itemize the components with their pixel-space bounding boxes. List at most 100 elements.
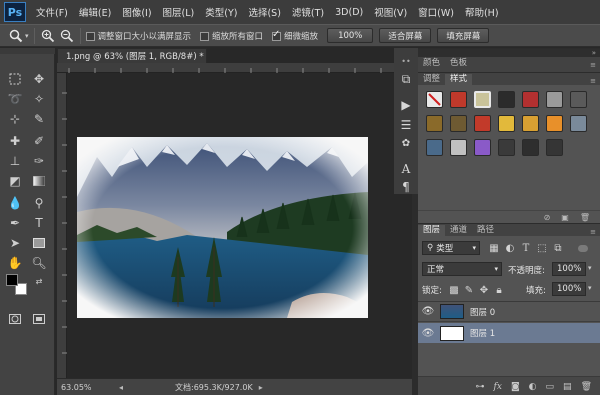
new-group-icon[interactable]: ▭ <box>546 382 555 392</box>
style-swatch[interactable] <box>450 91 467 108</box>
zoom-out-icon[interactable] <box>59 28 75 44</box>
style-swatch[interactable] <box>546 139 563 156</box>
zoom-100-button[interactable]: 100% <box>327 28 374 43</box>
character-panel-icon[interactable]: A <box>397 160 415 178</box>
move-tool-icon[interactable]: ✥ <box>30 70 48 88</box>
lasso-tool-icon[interactable]: ➰ <box>6 90 24 108</box>
style-swatch[interactable] <box>498 115 515 132</box>
horizontal-ruler[interactable] <box>57 63 412 73</box>
marquee-tool-icon[interactable] <box>6 70 24 88</box>
gradient-tool-icon[interactable] <box>30 172 48 190</box>
pen-tool-icon[interactable]: ✒ <box>6 214 24 232</box>
menu-view[interactable]: 视图(V) <box>374 5 407 19</box>
menu-help[interactable]: 帮助(H) <box>465 5 499 19</box>
style-swatch[interactable] <box>546 91 563 108</box>
menu-layer[interactable]: 图层(L) <box>163 5 195 19</box>
style-swatch[interactable] <box>426 139 443 156</box>
checkbox-box[interactable] <box>85 32 95 41</box>
delete-style-icon[interactable]: 🗑︎ <box>580 213 590 222</box>
style-swatch[interactable] <box>522 139 539 156</box>
fill-screen-button[interactable]: 填充屏幕 <box>437 28 490 43</box>
rectangle-tool-icon[interactable] <box>30 234 48 252</box>
blend-mode-select[interactable]: 正常 ▾ <box>422 262 502 276</box>
panel-menu-icon[interactable]: ≡ <box>590 61 600 69</box>
tab-channels[interactable]: 通道 <box>445 225 472 236</box>
collapse-arrows-icon[interactable]: » <box>418 49 600 57</box>
menu-image[interactable]: 图像(I) <box>122 5 151 19</box>
style-swatch[interactable] <box>474 139 491 156</box>
filter-type-icon[interactable]: T <box>520 242 532 254</box>
dock-grip-icon[interactable]: •• <box>397 52 415 70</box>
menu-3d[interactable]: 3D(D) <box>335 7 363 18</box>
blur-tool-icon[interactable]: 💧 <box>6 194 24 212</box>
menu-select[interactable]: 选择(S) <box>248 5 280 19</box>
brush-tool-icon[interactable]: ✐ <box>30 132 48 150</box>
zoom-all-windows-checkbox[interactable]: 缩放所有窗口 <box>200 30 263 42</box>
menu-file[interactable]: 文件(F) <box>36 5 68 19</box>
style-swatch[interactable] <box>426 91 443 108</box>
checkbox-box[interactable] <box>200 32 210 41</box>
style-swatch[interactable] <box>474 115 491 132</box>
fill-field[interactable]: 100% <box>552 282 586 296</box>
filter-pixel-icon[interactable]: ▦ <box>488 242 500 254</box>
tab-layers[interactable]: 图层 <box>418 225 446 236</box>
type-tool-icon[interactable]: T <box>30 214 48 232</box>
style-swatch[interactable] <box>498 91 515 108</box>
layer-visibility-eye-icon[interactable]: 👁︎ <box>421 306 435 317</box>
checkbox-box-checked[interactable] <box>272 29 282 41</box>
zoom-tool-icon[interactable]: 🔍︎ <box>30 254 48 272</box>
style-swatch[interactable] <box>546 115 563 132</box>
fit-screen-button[interactable]: 适合屏幕 <box>379 28 432 43</box>
new-style-icon[interactable]: ▣ <box>561 213 569 222</box>
style-swatch[interactable] <box>450 115 467 132</box>
status-menu-arrow-icon[interactable]: ▸ <box>259 383 263 392</box>
paragraph-panel-icon[interactable]: ¶ <box>397 178 415 196</box>
lock-all-icon[interactable]: 🔒︎ <box>493 284 505 296</box>
clone-stamp-tool-icon[interactable]: ⊥ <box>6 152 24 170</box>
filter-smart-object-icon[interactable]: ⧉ <box>552 242 564 254</box>
filter-adjustment-icon[interactable]: ◐ <box>504 242 516 254</box>
style-swatch[interactable] <box>450 139 467 156</box>
resize-windows-checkbox[interactable]: 调整窗口大小以满屏显示 <box>85 30 191 42</box>
zoom-in-icon[interactable] <box>40 28 56 44</box>
clear-style-icon[interactable]: ⊘ <box>544 213 551 222</box>
tab-color[interactable]: 颜色 <box>418 58 445 69</box>
preset-dropdown-arrow-icon[interactable]: ▾ <box>25 32 29 40</box>
zoom-level-field[interactable]: 63.05% <box>61 383 119 392</box>
menu-type[interactable]: 类型(Y) <box>205 5 237 19</box>
opacity-field[interactable]: 100% <box>552 262 586 276</box>
panel-grip[interactable] <box>0 48 55 54</box>
delete-layer-icon[interactable]: 🗑︎ <box>581 382 592 392</box>
add-mask-icon[interactable]: ◙ <box>511 382 520 392</box>
properties-panel-icon[interactable]: ☰ <box>397 116 415 134</box>
actions-panel-icon[interactable]: ▶ <box>397 96 415 114</box>
vertical-ruler[interactable] <box>57 73 67 378</box>
status-scroll-left-icon[interactable]: ◂ <box>119 383 135 392</box>
style-swatch[interactable] <box>570 115 587 132</box>
foreground-color-swatch[interactable] <box>6 274 18 286</box>
eraser-tool-icon[interactable]: ◩ <box>6 172 24 190</box>
menu-filter[interactable]: 滤镜(T) <box>292 5 324 19</box>
new-layer-icon[interactable]: ▤ <box>563 382 572 392</box>
info-panel-icon[interactable]: ✿ <box>397 134 415 152</box>
scrubby-zoom-checkbox[interactable]: 细微缩放 <box>272 29 318 42</box>
lock-transparent-icon[interactable]: ▩ <box>448 284 460 296</box>
swap-colors-icon[interactable]: ⇄ <box>30 272 48 290</box>
history-brush-tool-icon[interactable]: ✑ <box>30 152 48 170</box>
style-swatch[interactable] <box>522 115 539 132</box>
crop-tool-icon[interactable]: ⊹ <box>6 110 24 128</box>
screen-mode-icon[interactable] <box>30 310 48 328</box>
style-swatch[interactable] <box>570 91 587 108</box>
tab-swatches[interactable]: 色板 <box>445 58 472 69</box>
layer-name[interactable]: 图层 0 <box>470 306 495 318</box>
adjustment-layer-icon[interactable]: ◐ <box>529 382 537 392</box>
document-image[interactable] <box>77 137 368 318</box>
panel-menu-icon[interactable]: ≡ <box>590 77 600 85</box>
link-layers-icon[interactable]: ⊶ <box>476 382 485 392</box>
menu-window[interactable]: 窗口(W) <box>418 5 454 19</box>
tab-paths[interactable]: 路径 <box>472 225 499 236</box>
lock-image-icon[interactable]: ✎ <box>463 284 475 296</box>
layer-visibility-eye-icon[interactable]: 👁︎ <box>421 328 435 339</box>
layer-name[interactable]: 图层 1 <box>470 327 495 339</box>
layer-row-selected[interactable]: 👁︎ 图层 1 <box>418 323 600 343</box>
